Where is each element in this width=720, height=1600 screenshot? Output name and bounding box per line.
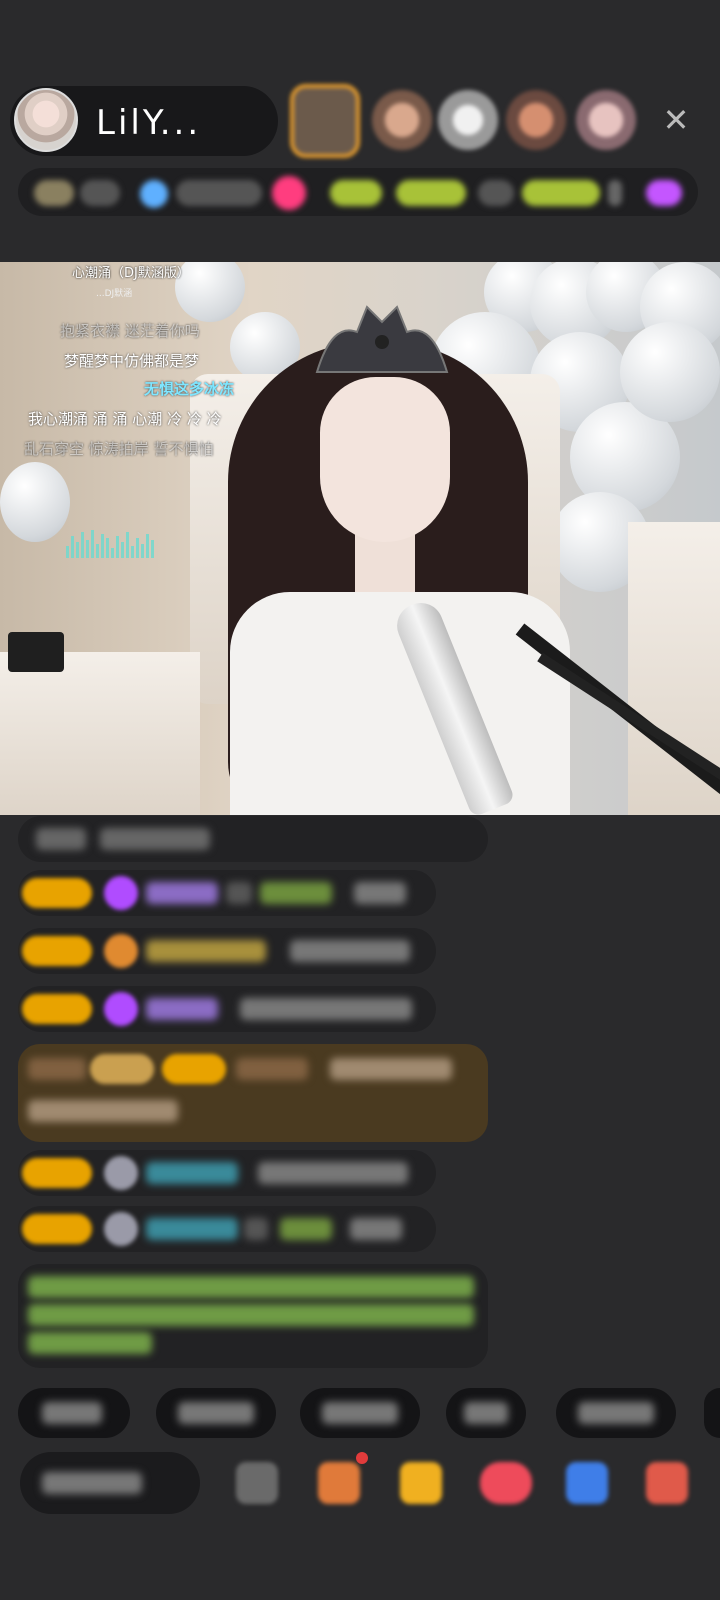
notice-text <box>28 1304 474 1326</box>
song-subtitle: ...DJ默涵 <box>96 289 133 299</box>
quick-reply-chip[interactable] <box>704 1388 720 1438</box>
chat-username[interactable] <box>260 882 332 904</box>
song-title: 心潮涌（DJ默涵版） <box>72 266 190 281</box>
quick-reply-chip[interactable] <box>156 1388 276 1438</box>
separator <box>608 180 622 206</box>
emoji-icon[interactable] <box>236 1462 278 1504</box>
rank-text <box>80 180 120 206</box>
fans-text <box>176 180 262 206</box>
activity-tag[interactable] <box>522 180 600 206</box>
lyric-line: 抱紧衣襟 迷茫着你吗 <box>60 322 200 340</box>
chat-username[interactable] <box>146 1162 238 1184</box>
balloon-decoration <box>620 322 720 422</box>
chat-text <box>28 1100 178 1122</box>
chat-message[interactable] <box>18 816 488 862</box>
notice-text <box>28 1332 152 1354</box>
live-room-screen: LilY... ✕ 心潮涌（DJ默涵版） ...DJ默涵 抱紧衣襟 迷茫着你吗 … <box>0 0 720 1600</box>
top-viewer-avatar[interactable] <box>290 84 360 158</box>
quick-reply-chip[interactable] <box>446 1388 526 1438</box>
level-badge <box>22 994 92 1024</box>
badge-icon <box>104 1212 138 1246</box>
sofa-arm <box>0 652 200 815</box>
level-badge <box>22 1214 92 1244</box>
chat-text <box>100 828 210 850</box>
phone-on-sofa <box>8 632 64 672</box>
viewer-avatar[interactable] <box>506 90 566 150</box>
chat-username[interactable] <box>146 1218 238 1240</box>
balloon-decoration <box>0 462 70 542</box>
rank-icon[interactable] <box>34 180 74 206</box>
chat-text <box>258 1162 408 1184</box>
activity-tag[interactable] <box>330 180 382 206</box>
chat-username[interactable] <box>280 1218 332 1240</box>
gift-box-icon[interactable] <box>400 1462 442 1504</box>
activity-text <box>478 180 514 206</box>
gem-icon <box>104 992 138 1026</box>
chat-input[interactable] <box>20 1452 200 1514</box>
fans-icon[interactable] <box>140 180 168 208</box>
noble-badge <box>90 1054 154 1084</box>
activity-tag[interactable] <box>396 180 466 206</box>
viewer-avatar[interactable] <box>576 90 636 150</box>
level-badge <box>162 1054 226 1084</box>
host-name[interactable]: LilY... <box>96 103 201 143</box>
fan-club-icon[interactable] <box>480 1462 532 1504</box>
viewer-avatar[interactable] <box>438 90 498 150</box>
level-badge <box>22 878 92 908</box>
quick-reply-chip[interactable] <box>18 1388 130 1438</box>
quick-reply-chip[interactable] <box>300 1388 420 1438</box>
chat-text <box>36 828 86 850</box>
chat-text <box>330 1058 452 1080</box>
chat-text <box>28 1058 86 1080</box>
chat-username[interactable] <box>236 1058 308 1080</box>
medal-icon <box>104 934 138 968</box>
quick-reply-chip[interactable] <box>556 1388 676 1438</box>
streamer-face <box>320 377 450 542</box>
chat-text <box>226 882 252 904</box>
chat-username[interactable] <box>146 998 218 1020</box>
crown <box>315 305 449 373</box>
red-packet-icon[interactable] <box>318 1462 360 1504</box>
chat-text <box>354 882 406 904</box>
gem-icon <box>104 876 138 910</box>
lyric-line: 梦醒梦中仿佛都是梦 <box>64 352 200 370</box>
equalizer-visual <box>66 530 186 560</box>
chat-username[interactable] <box>146 882 218 904</box>
level-badge <box>22 1158 92 1188</box>
badge-icon <box>104 1156 138 1190</box>
level-badge <box>22 936 92 966</box>
gift-icon[interactable] <box>646 1462 688 1504</box>
lyric-line-current: 无惧这多冰冻 <box>144 380 235 398</box>
lyric-line: 乱石穿空 惊涛拍岸 誓不惧怕 <box>24 440 214 458</box>
chat-text <box>290 940 410 962</box>
live-video[interactable]: 心潮涌（DJ默涵版） ...DJ默涵 抱紧衣襟 迷茫着你吗 梦醒梦中仿佛都是梦 … <box>0 262 720 815</box>
chat-text <box>240 998 412 1020</box>
host-avatar[interactable] <box>14 88 78 152</box>
gift-icon[interactable] <box>646 180 682 206</box>
chat-username[interactable] <box>146 940 266 962</box>
viewer-avatar[interactable] <box>372 90 432 150</box>
game-icon[interactable] <box>566 1462 608 1504</box>
notice-text <box>28 1276 474 1298</box>
lyric-line: 我心潮涌 涌 涌 心潮 冷 冷 冷 <box>28 410 222 428</box>
chat-text <box>350 1218 402 1240</box>
follow-icon[interactable] <box>272 176 306 210</box>
notification-dot <box>356 1452 368 1464</box>
chat-text <box>244 1218 268 1240</box>
close-icon[interactable]: ✕ <box>656 100 696 140</box>
